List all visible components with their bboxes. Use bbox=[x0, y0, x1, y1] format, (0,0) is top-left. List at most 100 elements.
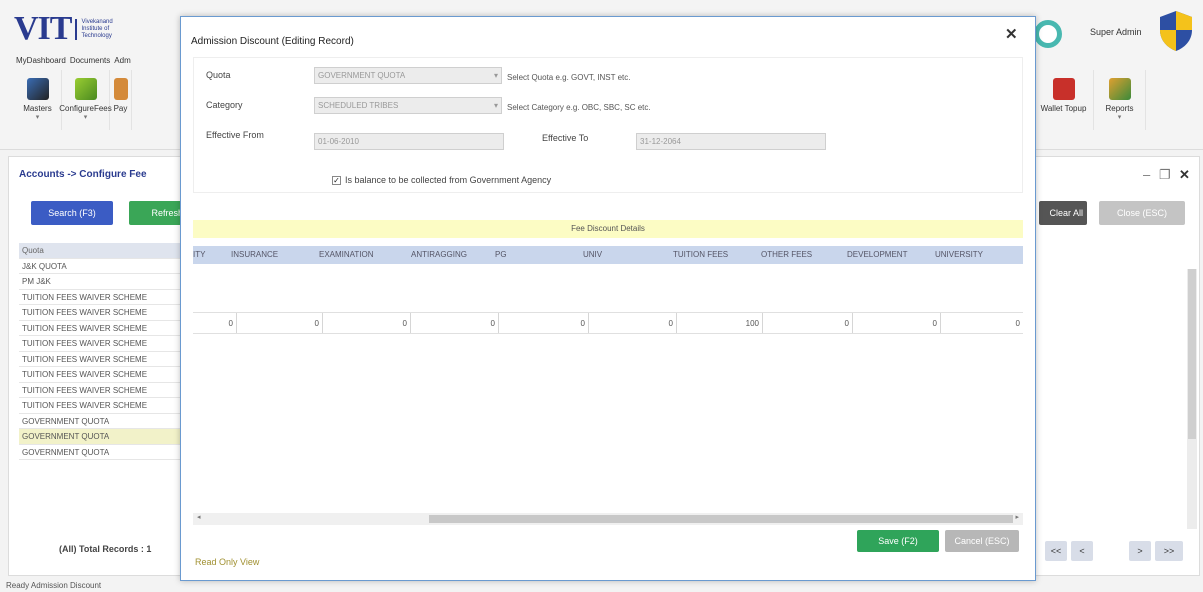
column-header[interactable]: OTHER FEES bbox=[761, 246, 812, 264]
admission-discount-dialog: Admission Discount (Editing Record) ✕ Qu… bbox=[180, 16, 1036, 581]
ribbon: Masters ▾ ConfigureFees ▾ Pay bbox=[14, 70, 132, 130]
list-item[interactable]: TUITION FEES WAIVER SCHEME bbox=[19, 336, 189, 352]
close-esc-button[interactable]: Close (ESC) bbox=[1099, 201, 1185, 225]
scroll-right-icon[interactable]: ▸ bbox=[1015, 513, 1019, 521]
list-item[interactable]: TUITION FEES WAIVER SCHEME bbox=[19, 367, 189, 383]
read-only-view-link[interactable]: Read Only View bbox=[195, 557, 259, 567]
ribbon-label: ConfigureFees bbox=[59, 104, 112, 113]
effective-to-field[interactable]: 31-12-2064 bbox=[636, 133, 826, 150]
status-bar: Ready Admission Discount bbox=[6, 581, 102, 590]
search-button[interactable]: Search (F3) bbox=[31, 201, 113, 225]
fee-cell[interactable]: 0 bbox=[853, 313, 941, 333]
ribbon-reports-button[interactable]: Reports ▾ bbox=[1094, 70, 1146, 130]
fee-cell[interactable]: 0 bbox=[499, 313, 589, 333]
save-button[interactable]: Save (F2) bbox=[857, 530, 939, 552]
user-name[interactable]: Super Admin bbox=[1090, 27, 1142, 37]
grid-title: Fee Discount Details bbox=[193, 220, 1023, 238]
user-status-icon[interactable] bbox=[1034, 20, 1062, 48]
quota-dropdown[interactable]: GOVERNMENT QUOTA ▾ bbox=[314, 67, 502, 84]
reports-icon bbox=[1108, 78, 1131, 100]
ribbon-label: Pay bbox=[113, 104, 128, 113]
fee-cell[interactable]: 0 bbox=[193, 313, 237, 333]
quota-hint: Select Quota e.g. GOVT, INST etc. bbox=[507, 73, 631, 82]
effective-from-field[interactable]: 01-06-2010 bbox=[314, 133, 504, 150]
close-icon[interactable]: ✕ bbox=[1179, 167, 1190, 183]
category-label: Category bbox=[206, 100, 243, 110]
pager-first-button[interactable]: << bbox=[1045, 541, 1067, 561]
logo-subtext: Vivekanand Institute of Technology bbox=[75, 18, 115, 40]
chevron-down-icon: ▾ bbox=[1117, 114, 1122, 121]
list-item[interactable]: TUITION FEES WAIVER SCHEME bbox=[19, 290, 189, 305]
chevron-down-icon: ▾ bbox=[493, 71, 498, 80]
chevron-down-icon: ▾ bbox=[83, 114, 88, 121]
column-header[interactable]: TUITION FEES bbox=[673, 246, 728, 264]
balance-checkbox-label[interactable]: Is balance to be collected from Governme… bbox=[345, 175, 551, 185]
list-item[interactable]: GOVERNMENT QUOTA bbox=[19, 429, 189, 445]
list-item[interactable]: TUITION FEES WAIVER SCHEME bbox=[19, 383, 189, 398]
quota-list: Quota J&K QUOTA PM J&K TUITION FEES WAIV… bbox=[19, 243, 189, 460]
fee-cell[interactable]: 0 bbox=[941, 313, 1023, 333]
logo-text: VIT bbox=[14, 10, 72, 47]
ribbon-masters-button[interactable]: Masters ▾ bbox=[14, 70, 62, 130]
clear-all-button[interactable]: Clear All bbox=[1039, 201, 1087, 225]
list-item[interactable]: GOVERNMENT QUOTA bbox=[19, 445, 189, 460]
fee-cell[interactable]: 0 bbox=[763, 313, 853, 333]
scroll-left-icon[interactable]: ◂ bbox=[197, 513, 201, 521]
close-icon[interactable]: ✕ bbox=[1005, 25, 1018, 43]
list-item[interactable]: TUITION FEES WAIVER SCHEME bbox=[19, 321, 189, 336]
ribbon-configure-fees-button[interactable]: ConfigureFees ▾ bbox=[59, 70, 112, 130]
scrollbar-thumb[interactable] bbox=[1188, 269, 1196, 439]
ribbon-label: Masters bbox=[23, 104, 52, 113]
horizontal-scrollbar[interactable]: ◂ ▸ bbox=[193, 513, 1023, 525]
total-records: (All) Total Records : 1 bbox=[59, 544, 152, 554]
category-hint: Select Category e.g. OBC, SBC, SC etc. bbox=[507, 103, 651, 112]
list-item[interactable]: TUITION FEES WAIVER SCHEME bbox=[19, 398, 189, 414]
balance-checkbox[interactable]: ✓ bbox=[332, 176, 341, 185]
column-header[interactable]: UNIV bbox=[583, 246, 602, 264]
wallet-icon bbox=[1052, 78, 1075, 100]
menu-item-documents[interactable]: Documents bbox=[70, 56, 110, 65]
fee-cell[interactable]: 0 bbox=[411, 313, 499, 333]
logo: VIT Vivekanand Institute of Technology bbox=[14, 10, 115, 48]
cancel-button[interactable]: Cancel (ESC) bbox=[945, 530, 1019, 552]
ribbon-pay-button[interactable]: Pay bbox=[110, 70, 132, 130]
shield-icon bbox=[1160, 11, 1192, 51]
pay-icon bbox=[113, 78, 128, 100]
vertical-scrollbar[interactable] bbox=[1187, 269, 1197, 529]
column-header[interactable]: EXAMINATION bbox=[319, 246, 374, 264]
pager-last-button[interactable]: >> bbox=[1155, 541, 1183, 561]
column-header[interactable]: ITY bbox=[193, 246, 205, 264]
ribbon-wallet-topup-button[interactable]: Wallet Topup bbox=[1034, 70, 1094, 130]
column-header[interactable]: PG bbox=[495, 246, 507, 264]
record-form: Quota GOVERNMENT QUOTA ▾ Select Quota e.… bbox=[193, 57, 1023, 193]
pager-next-button[interactable]: > bbox=[1129, 541, 1151, 561]
list-item[interactable]: J&K QUOTA bbox=[19, 259, 189, 274]
list-item[interactable]: TUITION FEES WAIVER SCHEME bbox=[19, 305, 189, 321]
list-item[interactable]: TUITION FEES WAIVER SCHEME bbox=[19, 352, 189, 367]
restore-icon[interactable]: ❐ bbox=[1159, 167, 1171, 183]
ribbon-label: Reports bbox=[1105, 104, 1134, 113]
list-item[interactable]: PM J&K bbox=[19, 274, 189, 290]
fee-cell[interactable]: 100 bbox=[677, 313, 763, 333]
scrollbar-thumb[interactable] bbox=[429, 515, 1013, 523]
category-dropdown[interactable]: SCHEDULED TRIBES ▾ bbox=[314, 97, 502, 114]
effective-to-label: Effective To bbox=[542, 133, 589, 143]
panel-title: Accounts -> Configure Fee bbox=[19, 169, 147, 180]
column-header[interactable]: ANTIRAGGING bbox=[411, 246, 467, 264]
quota-value: GOVERNMENT QUOTA bbox=[318, 71, 406, 80]
column-header[interactable]: UNIVERSITY bbox=[935, 246, 983, 264]
list-header[interactable]: Quota bbox=[19, 243, 189, 259]
menu-item-admission[interactable]: Adm bbox=[114, 56, 130, 65]
fee-cell[interactable]: 0 bbox=[589, 313, 677, 333]
pager-prev-button[interactable]: < bbox=[1071, 541, 1093, 561]
column-header[interactable]: DEVELOPMENT bbox=[847, 246, 907, 264]
list-item[interactable]: GOVERNMENT QUOTA bbox=[19, 414, 189, 429]
column-header[interactable]: INSURANCE bbox=[231, 246, 278, 264]
fee-cell[interactable]: 0 bbox=[237, 313, 323, 333]
menu-item-dashboard[interactable]: MyDashboard bbox=[16, 56, 66, 65]
fee-cell[interactable]: 0 bbox=[323, 313, 411, 333]
minimize-icon[interactable]: – bbox=[1143, 167, 1150, 182]
configure-fees-icon bbox=[74, 78, 97, 100]
ribbon-label: Wallet Topup bbox=[1040, 104, 1087, 113]
masters-icon bbox=[26, 78, 49, 100]
